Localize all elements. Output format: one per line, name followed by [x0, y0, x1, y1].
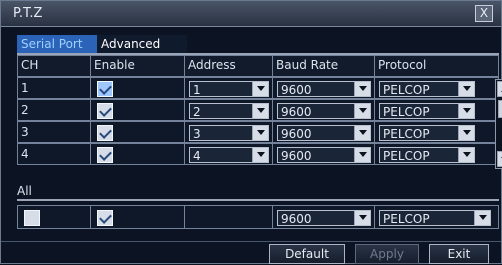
table-row: 3 3 9600 PELCOP	[17, 121, 499, 143]
protocol-select[interactable]: PELCOP	[379, 147, 475, 163]
ch-cell: 4	[17, 143, 91, 165]
enable-cell	[91, 99, 185, 121]
address-select[interactable]: 1	[189, 81, 269, 97]
chevron-down-icon	[354, 211, 370, 225]
scroll-thumb[interactable]	[498, 100, 502, 118]
all-protocol-select[interactable]: PELCOP	[379, 210, 491, 226]
all-protocol-cell: PELCOP	[375, 205, 499, 229]
ch-cell: 2	[17, 99, 91, 121]
chevron-down-icon	[354, 126, 370, 140]
protocol-select[interactable]: PELCOP	[379, 103, 475, 119]
all-baud-rate-select[interactable]: 9600	[277, 210, 371, 226]
enable-checkbox[interactable]	[97, 125, 113, 141]
chevron-down-icon	[354, 104, 370, 118]
address-select[interactable]: 2	[189, 103, 269, 119]
table-scrollbar[interactable]	[495, 79, 502, 169]
close-button[interactable]: X	[475, 5, 493, 22]
protocol-select[interactable]: PELCOP	[379, 81, 475, 97]
chevron-down-icon	[354, 82, 370, 96]
enable-cell	[91, 77, 185, 99]
ptz-dialog: P.T.Z X Serial Port Advanced CH Enable A…	[0, 0, 502, 264]
protocol-cell: PELCOP	[375, 143, 499, 165]
all-enable-checkbox[interactable]	[97, 210, 113, 226]
baud-rate-select[interactable]: 9600	[277, 147, 371, 163]
chevron-down-icon	[252, 126, 268, 140]
header-enable: Enable	[91, 55, 185, 77]
all-label: All	[17, 184, 32, 198]
baud-rate-select[interactable]: 9600	[277, 103, 371, 119]
address-cell: 2	[185, 99, 273, 121]
header-baud-rate: Baud Rate	[273, 55, 375, 77]
scroll-down-icon[interactable]	[497, 151, 502, 167]
chevron-down-icon	[252, 148, 268, 162]
address-select[interactable]: 4	[189, 147, 269, 163]
enable-checkbox[interactable]	[97, 103, 113, 119]
enable-cell	[91, 121, 185, 143]
baud-cell: 9600	[273, 143, 375, 165]
protocol-cell: PELCOP	[375, 121, 499, 143]
all-enable-cell	[91, 205, 185, 229]
tab-advanced[interactable]: Advanced	[97, 35, 187, 53]
protocol-select[interactable]: PELCOP	[379, 125, 475, 141]
baud-cell: 9600	[273, 121, 375, 143]
protocol-cell: PELCOP	[375, 77, 499, 99]
table-row: 1 1 9600 PELCOP	[17, 77, 499, 99]
all-select-checkbox[interactable]	[24, 210, 40, 226]
table-row: 2 2 9600 PELCOP	[17, 99, 499, 121]
exit-button[interactable]: Exit	[429, 244, 489, 264]
enable-checkbox[interactable]	[97, 147, 113, 163]
chevron-down-icon	[474, 211, 490, 225]
address-cell: 4	[185, 143, 273, 165]
divider	[17, 199, 499, 201]
apply-button[interactable]: Apply	[355, 244, 419, 264]
header-protocol: Protocol	[375, 55, 499, 77]
tab-serial-port[interactable]: Serial Port	[17, 35, 97, 53]
chevron-down-icon	[458, 148, 474, 162]
protocol-cell: PELCOP	[375, 99, 499, 121]
window-title: P.T.Z	[13, 6, 43, 21]
header-address: Address	[185, 55, 273, 77]
ch-cell: 3	[17, 121, 91, 143]
chevron-down-icon	[458, 126, 474, 140]
baud-cell: 9600	[273, 99, 375, 121]
chevron-down-icon	[252, 82, 268, 96]
title-bar: P.T.Z X	[1, 1, 501, 27]
all-address-cell	[185, 205, 273, 229]
all-toggle-cell	[17, 205, 91, 229]
chevron-down-icon	[458, 82, 474, 96]
chevron-down-icon	[458, 104, 474, 118]
enable-checkbox[interactable]	[97, 81, 113, 97]
all-baud-cell: 9600	[273, 205, 375, 229]
scroll-up-icon[interactable]	[497, 81, 502, 97]
table-row: 4 4 9600 PELCOP	[17, 143, 499, 165]
table-header: CH Enable Address Baud Rate Protocol	[17, 55, 499, 77]
address-select[interactable]: 3	[189, 125, 269, 141]
baud-rate-select[interactable]: 9600	[277, 125, 371, 141]
default-button[interactable]: Default	[269, 244, 345, 264]
header-ch: CH	[17, 55, 91, 77]
enable-cell	[91, 143, 185, 165]
baud-cell: 9600	[273, 77, 375, 99]
address-cell: 1	[185, 77, 273, 99]
all-row: 9600 PELCOP	[17, 205, 499, 229]
ch-cell: 1	[17, 77, 91, 99]
address-cell: 3	[185, 121, 273, 143]
chevron-down-icon	[252, 104, 268, 118]
chevron-down-icon	[354, 148, 370, 162]
button-bar: Default Apply Exit	[1, 241, 501, 265]
baud-rate-select[interactable]: 9600	[277, 81, 371, 97]
